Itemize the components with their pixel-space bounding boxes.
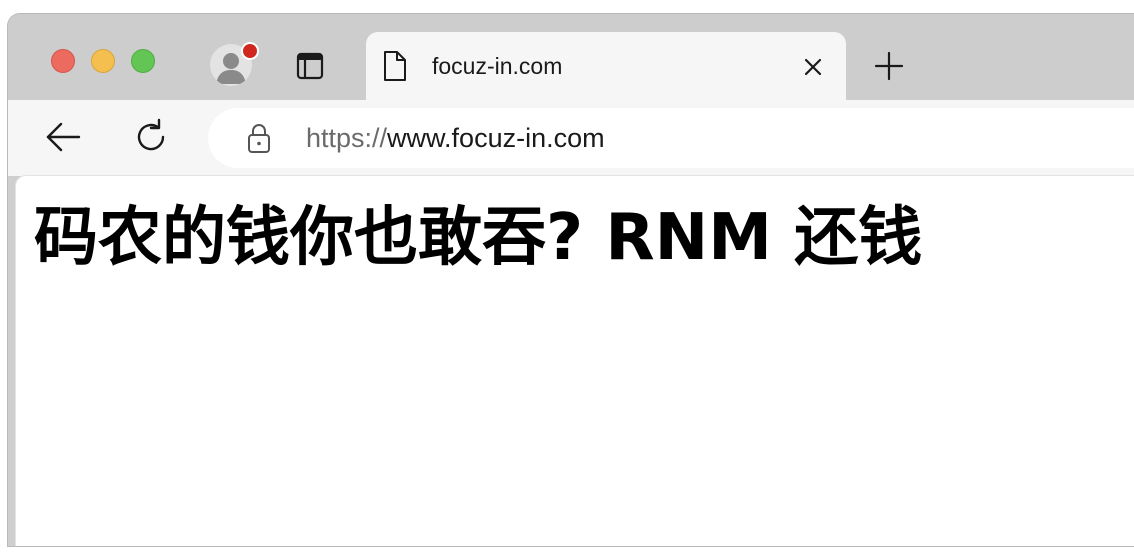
tab-actions-button[interactable]: [296, 52, 324, 80]
back-arrow-icon[interactable]: [44, 120, 82, 154]
tab-title: focuz-in.com: [432, 53, 563, 79]
notification-badge: [241, 42, 259, 60]
navigation-toolbar: https://www.focuz-in.com: [8, 100, 1134, 176]
url-text[interactable]: https://www.focuz-in.com: [306, 122, 605, 154]
page-heading: 码农的钱你也敢吞? RNM 还钱: [34, 201, 923, 275]
lock-icon[interactable]: [246, 122, 272, 154]
url-scheme: https://: [306, 123, 388, 153]
zoom-window-button[interactable]: [131, 49, 155, 73]
page-content: 码农的钱你也敢吞? RNM 还钱: [16, 176, 1134, 546]
document-icon: [384, 51, 406, 81]
address-bar[interactable]: https://www.focuz-in.com: [208, 108, 1134, 168]
close-icon[interactable]: [802, 56, 824, 78]
reload-icon[interactable]: [132, 118, 170, 156]
minimize-window-button[interactable]: [91, 49, 115, 73]
close-window-button[interactable]: [51, 49, 75, 73]
url-host: www.focuz-in.com: [387, 123, 605, 153]
browser-window: focuz-in.com https://www.focuz-in.com 码农…: [8, 14, 1134, 546]
plus-icon[interactable]: [873, 50, 905, 82]
active-tab[interactable]: focuz-in.com: [366, 32, 846, 100]
title-bar: focuz-in.com: [8, 14, 1134, 100]
tab-actions-icon: [296, 52, 324, 80]
